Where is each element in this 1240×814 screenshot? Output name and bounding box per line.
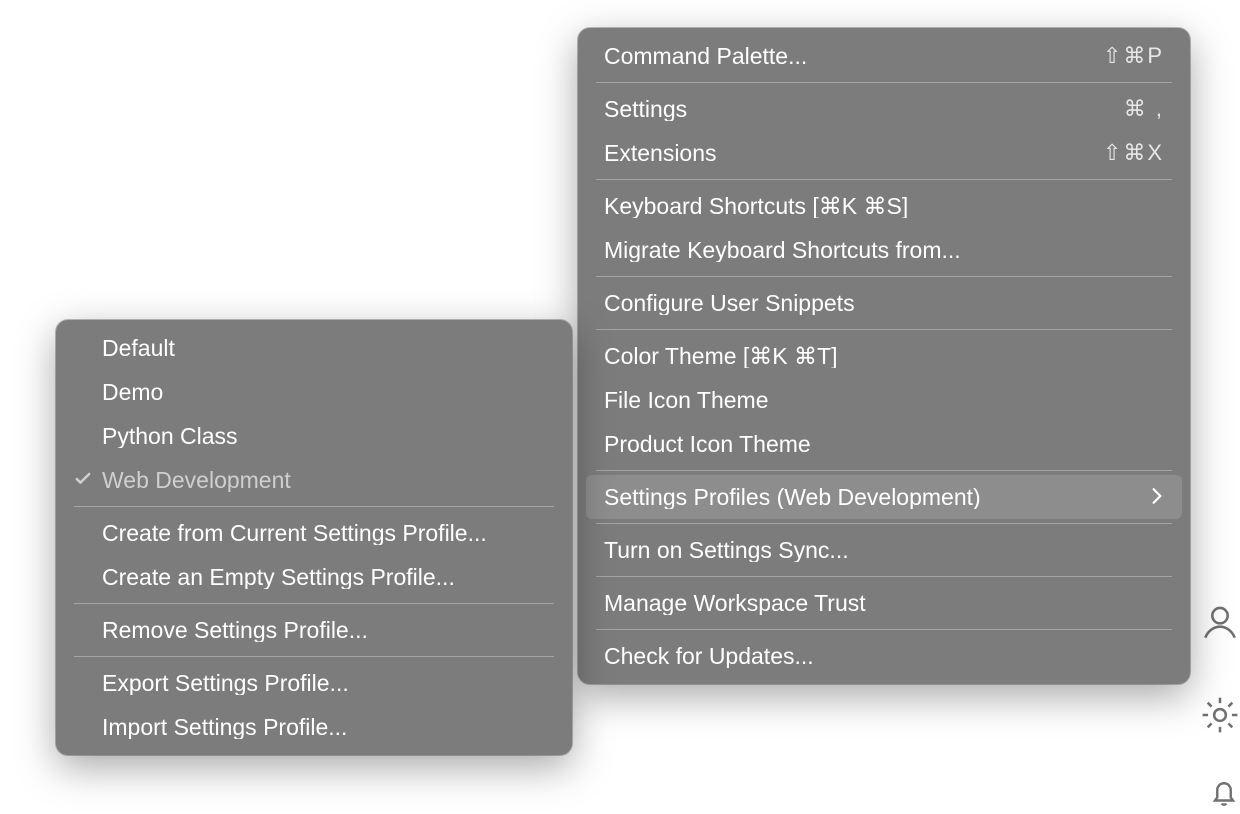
menu-separator bbox=[596, 576, 1172, 577]
menu-item-label: Export Settings Profile... bbox=[102, 672, 546, 695]
menu-item-label: Create from Current Settings Profile... bbox=[102, 522, 546, 545]
menu-item-settings[interactable]: Settings ⌘ , bbox=[586, 87, 1182, 131]
menu-item-label: Migrate Keyboard Shortcuts from... bbox=[604, 239, 1164, 262]
menu-item-label: File Icon Theme bbox=[604, 389, 1164, 412]
menu-item-label: Settings bbox=[604, 98, 1104, 121]
menu-item-settings-sync[interactable]: Turn on Settings Sync... bbox=[586, 528, 1182, 572]
menu-separator bbox=[596, 179, 1172, 180]
menu-item-remove-profile[interactable]: Remove Settings Profile... bbox=[64, 608, 564, 652]
menu-separator bbox=[596, 276, 1172, 277]
gear-icon bbox=[1198, 693, 1240, 742]
chevron-right-icon bbox=[1150, 486, 1164, 509]
menu-item-label: Python Class bbox=[102, 425, 546, 448]
profile-item-demo[interactable]: Demo bbox=[64, 370, 564, 414]
menu-item-shortcut: ⇧⌘P bbox=[1083, 45, 1164, 67]
menu-item-manage-workspace-trust[interactable]: Manage Workspace Trust bbox=[586, 581, 1182, 625]
profile-item-web-development[interactable]: Web Development bbox=[64, 458, 564, 502]
menu-item-label: Default bbox=[102, 337, 546, 360]
menu-item-label: Check for Updates... bbox=[604, 645, 1164, 668]
menu-item-shortcut: ⇧⌘X bbox=[1083, 142, 1164, 164]
menu-item-create-empty-profile[interactable]: Create an Empty Settings Profile... bbox=[64, 555, 564, 599]
menu-item-migrate-keyboard-shortcuts[interactable]: Migrate Keyboard Shortcuts from... bbox=[586, 228, 1182, 272]
accounts-icon bbox=[1198, 601, 1240, 650]
bell-icon bbox=[1206, 775, 1240, 814]
menu-item-label: Demo bbox=[102, 381, 546, 404]
profile-item-default[interactable]: Default bbox=[64, 326, 564, 370]
menu-item-keyboard-shortcuts[interactable]: Keyboard Shortcuts [⌘K ⌘S] bbox=[586, 184, 1182, 228]
menu-item-label: Product Icon Theme bbox=[604, 433, 1164, 456]
menu-item-label: Web Development bbox=[102, 469, 546, 492]
menu-item-product-icon-theme[interactable]: Product Icon Theme bbox=[586, 422, 1182, 466]
menu-separator bbox=[596, 82, 1172, 83]
menu-item-label: Import Settings Profile... bbox=[102, 716, 546, 739]
menu-item-export-profile[interactable]: Export Settings Profile... bbox=[64, 661, 564, 705]
menu-separator bbox=[74, 656, 554, 657]
menu-item-command-palette[interactable]: Command Palette... ⇧⌘P bbox=[586, 34, 1182, 78]
menu-separator bbox=[596, 629, 1172, 630]
menu-item-label: Remove Settings Profile... bbox=[102, 619, 546, 642]
menu-separator bbox=[596, 470, 1172, 471]
menu-item-label: Settings Profiles (Web Development) bbox=[604, 486, 1138, 509]
settings-profiles-submenu: Default Demo Python Class Web Developmen… bbox=[56, 320, 572, 755]
menu-item-color-theme[interactable]: Color Theme [⌘K ⌘T] bbox=[586, 334, 1182, 378]
menu-item-label: Turn on Settings Sync... bbox=[604, 539, 1164, 562]
menu-item-label: Extensions bbox=[604, 142, 1083, 165]
menu-item-label: Create an Empty Settings Profile... bbox=[102, 566, 546, 589]
menu-item-configure-user-snippets[interactable]: Configure User Snippets bbox=[586, 281, 1182, 325]
menu-item-label: Keyboard Shortcuts [⌘K ⌘S] bbox=[604, 195, 1164, 218]
menu-separator bbox=[74, 603, 554, 604]
profile-item-python-class[interactable]: Python Class bbox=[64, 414, 564, 458]
menu-item-import-profile[interactable]: Import Settings Profile... bbox=[64, 705, 564, 749]
manage-menu: Command Palette... ⇧⌘P Settings ⌘ , Exte… bbox=[578, 28, 1190, 684]
menu-item-file-icon-theme[interactable]: File Icon Theme bbox=[586, 378, 1182, 422]
menu-item-label: Color Theme [⌘K ⌘T] bbox=[604, 345, 1164, 368]
checkmark-icon bbox=[74, 469, 92, 492]
menu-item-shortcut: ⌘ , bbox=[1104, 98, 1164, 120]
menu-item-create-from-current-profile[interactable]: Create from Current Settings Profile... bbox=[64, 511, 564, 555]
menu-item-label: Command Palette... bbox=[604, 45, 1083, 68]
menu-separator bbox=[74, 506, 554, 507]
menu-item-extensions[interactable]: Extensions ⇧⌘X bbox=[586, 131, 1182, 175]
menu-separator bbox=[596, 523, 1172, 524]
menu-item-label: Configure User Snippets bbox=[604, 292, 1164, 315]
menu-separator bbox=[596, 329, 1172, 330]
menu-item-check-for-updates[interactable]: Check for Updates... bbox=[586, 634, 1182, 678]
menu-item-label: Manage Workspace Trust bbox=[604, 592, 1164, 615]
menu-item-settings-profiles[interactable]: Settings Profiles (Web Development) bbox=[586, 475, 1182, 519]
